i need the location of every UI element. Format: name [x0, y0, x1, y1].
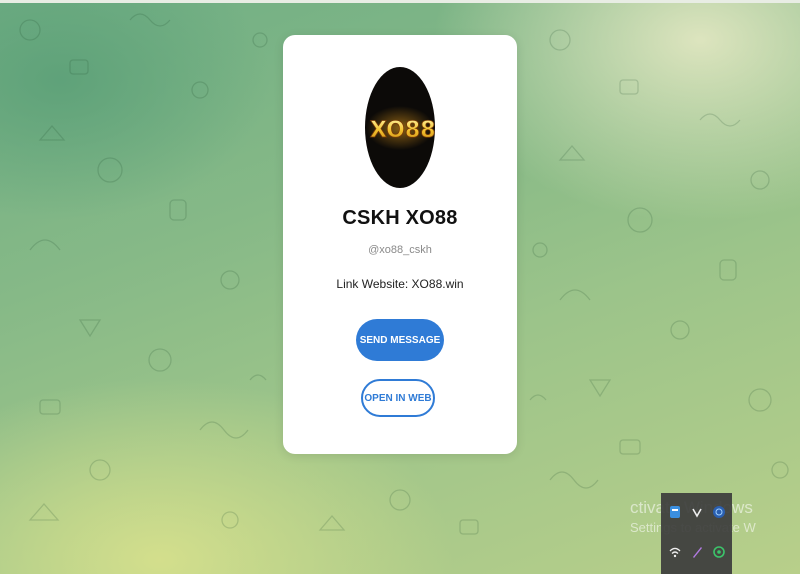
open-in-web-button[interactable]: OPEN IN WEB: [361, 379, 435, 417]
chevron-icon[interactable]: [686, 501, 708, 523]
wifi-icon[interactable]: [664, 541, 686, 563]
svg-text:XO88: XO88: [370, 118, 435, 143]
profile-name: CSKH XO88: [342, 207, 458, 229]
profile-avatar: XO88: [365, 67, 435, 188]
send-message-button[interactable]: SEND MESSAGE: [356, 319, 444, 361]
profile-description: Link Website: XO88.win: [336, 277, 464, 291]
profile-username: @xo88_cskh: [368, 244, 432, 256]
xo88-logo: XO88: [366, 106, 435, 150]
profile-card: XO88 CSKH XO88 @xo88_cskh Link Website: …: [283, 35, 517, 454]
app-icon[interactable]: [664, 501, 686, 523]
system-tray-overflow: [661, 493, 732, 574]
pen-icon[interactable]: [686, 541, 708, 563]
globe-icon[interactable]: [708, 501, 730, 523]
location-icon[interactable]: [708, 541, 730, 563]
